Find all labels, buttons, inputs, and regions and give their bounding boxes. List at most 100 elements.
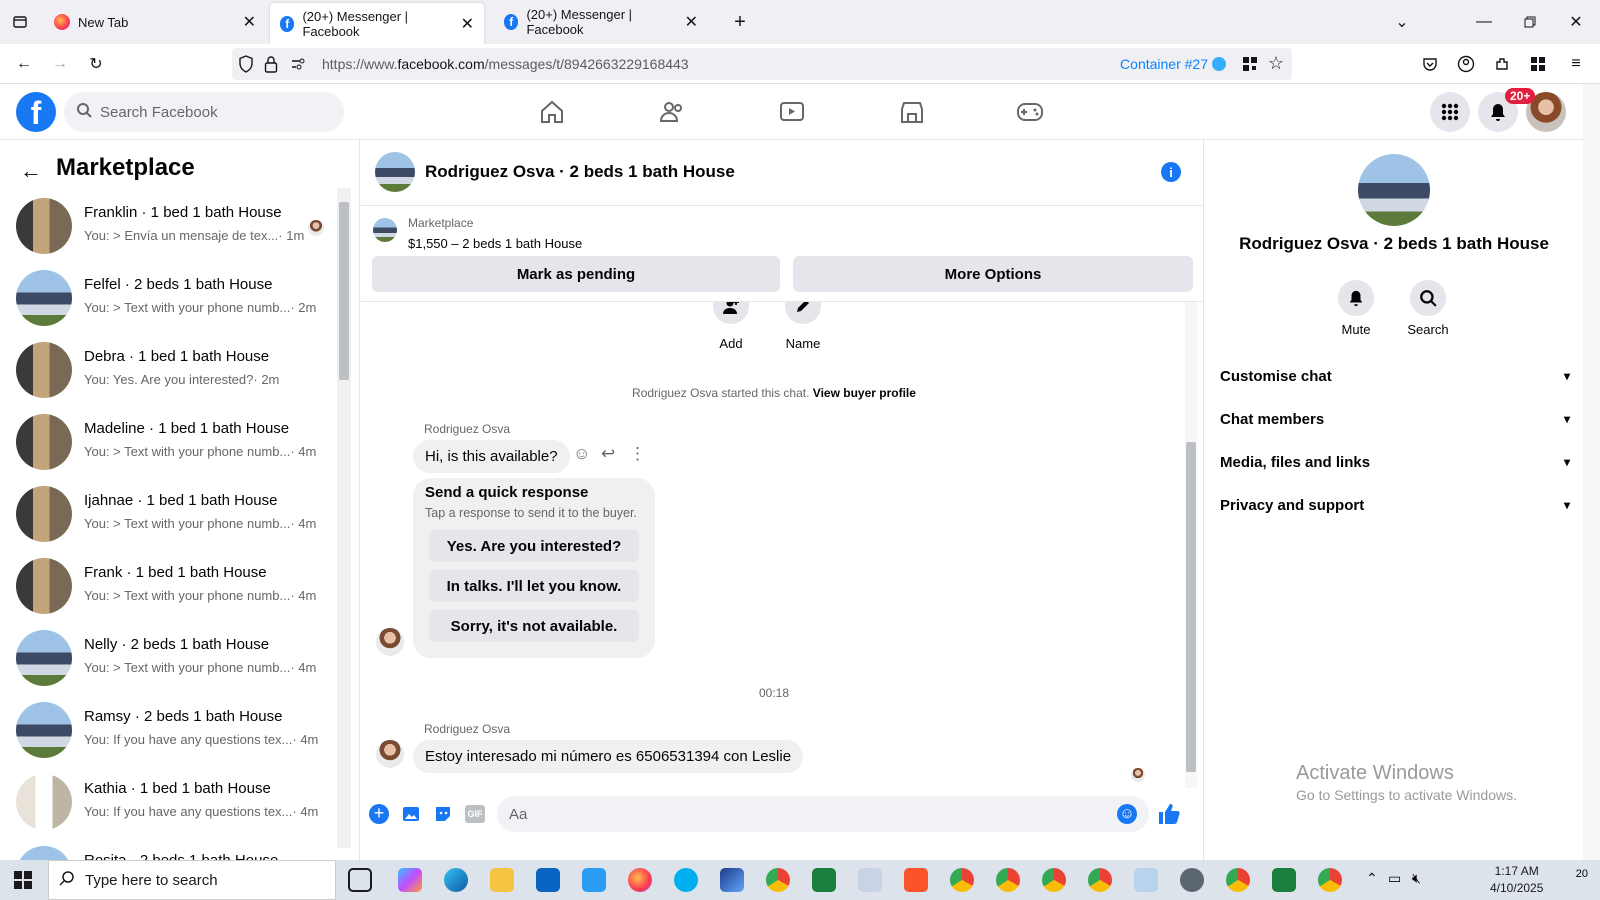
- pocket-icon[interactable]: [1418, 52, 1442, 76]
- notification-center-icon[interactable]: 20: [1560, 868, 1588, 892]
- windows-start-icon[interactable]: [14, 871, 32, 894]
- chrome-profile-icon[interactable]: [766, 868, 790, 892]
- friends-icon[interactable]: [656, 96, 688, 128]
- photo-icon[interactable]: [401, 804, 421, 829]
- close-tab-icon[interactable]: ✕: [243, 12, 256, 32]
- page-scrollbar[interactable]: [1583, 84, 1600, 860]
- restore-icon[interactable]: [1518, 10, 1542, 34]
- chrome-profile-icon[interactable]: [950, 868, 974, 892]
- sticker-icon[interactable]: [433, 804, 453, 829]
- tab-messenger-active[interactable]: f (20+) Messenger | Facebook ✕: [270, 3, 484, 44]
- customise-chat-section[interactable]: Customise chat ▾: [1220, 356, 1570, 396]
- lock-icon[interactable]: [264, 55, 278, 76]
- quick-response-unavailable-button[interactable]: Sorry, it's not available.: [429, 610, 639, 642]
- outlook-icon[interactable]: [536, 868, 560, 892]
- plus-icon[interactable]: +: [369, 804, 389, 824]
- conversation-item[interactable]: Felfel · 2 beds 1 bath House You: > Text …: [16, 262, 336, 334]
- facebook-search-input[interactable]: Search Facebook: [64, 92, 344, 132]
- tool-app-icon[interactable]: [858, 868, 882, 892]
- message-bubble[interactable]: Hi, is this available?: [413, 440, 570, 473]
- bookmark-star-icon[interactable]: ☆: [1268, 53, 1284, 74]
- message-input[interactable]: Aa: [497, 796, 1149, 832]
- conversation-item[interactable]: Kathia · 1 bed 1 bath House You: If you h…: [16, 766, 336, 838]
- scrollbar-thumb[interactable]: [1186, 442, 1196, 772]
- media-files-links-section[interactable]: Media, files and links ▾: [1220, 442, 1570, 482]
- volume-muted-icon[interactable]: 🔇︎: [1412, 870, 1421, 887]
- firefox-taskbar-icon[interactable]: [628, 868, 652, 892]
- copilot-icon[interactable]: [398, 868, 422, 892]
- add-label[interactable]: Add: [699, 336, 763, 351]
- network-icon[interactable]: ▭: [1388, 870, 1401, 887]
- facebook-logo[interactable]: f: [16, 92, 56, 132]
- marketplace-icon[interactable]: [896, 96, 928, 128]
- taskbar-search-input[interactable]: Type here to search: [48, 860, 336, 900]
- menu-icon[interactable]: ≡: [1564, 52, 1588, 76]
- conversation-item[interactable]: Madeline · 1 bed 1 bath House You: > Text…: [16, 406, 336, 478]
- green-app-icon[interactable]: [1272, 868, 1296, 892]
- forward-icon[interactable]: →: [48, 52, 72, 76]
- sender-avatar[interactable]: [376, 628, 404, 656]
- reply-icon[interactable]: ↩: [601, 444, 615, 464]
- quick-response-talks-button[interactable]: In talks. I'll let you know.: [429, 570, 639, 602]
- mute-button[interactable]: Mute: [1316, 280, 1396, 337]
- view-buyer-profile-link[interactable]: View buyer profile: [813, 386, 916, 400]
- extensions-icon[interactable]: [1490, 52, 1514, 76]
- chrome-profile-icon[interactable]: [1226, 868, 1250, 892]
- like-thumb-icon[interactable]: [1157, 802, 1181, 831]
- close-window-icon[interactable]: ✕: [1564, 10, 1588, 34]
- privacy-support-section[interactable]: Privacy and support ▾: [1220, 485, 1570, 525]
- tray-chevron-icon[interactable]: ⌃: [1366, 870, 1378, 887]
- sender-avatar[interactable]: [376, 740, 404, 768]
- permissions-icon[interactable]: [290, 56, 306, 75]
- back-icon[interactable]: ←: [12, 52, 36, 76]
- react-emoji-icon[interactable]: ☺: [573, 444, 590, 464]
- qr-icon[interactable]: [1242, 56, 1258, 75]
- minimize-icon[interactable]: —: [1472, 10, 1496, 34]
- more-actions-icon[interactable]: ⋮: [629, 444, 646, 464]
- chat-title[interactable]: Rodriguez Osva · 2 beds 1 bath House: [425, 162, 735, 182]
- container-label[interactable]: Container #27: [1120, 56, 1226, 72]
- search-in-chat-button[interactable]: Search: [1388, 280, 1468, 337]
- back-arrow-icon[interactable]: ←: [20, 158, 42, 184]
- chrome-profile-icon[interactable]: [996, 868, 1020, 892]
- emoji-icon[interactable]: ☺: [1117, 804, 1137, 824]
- weather-app-icon[interactable]: [1134, 868, 1158, 892]
- tab-list-icon[interactable]: [8, 10, 32, 34]
- conversation-item[interactable]: Ramsy · 2 beds 1 bath House You: If you h…: [16, 694, 336, 766]
- mark-as-pending-button[interactable]: Mark as pending: [372, 256, 780, 292]
- brave-icon[interactable]: [904, 868, 928, 892]
- browser-app-icon[interactable]: [720, 868, 744, 892]
- conversation-item[interactable]: Nelly · 2 beds 1 bath House You: > Text w…: [16, 622, 336, 694]
- edge-icon[interactable]: [444, 868, 468, 892]
- green-app-icon[interactable]: [812, 868, 836, 892]
- chat-members-section[interactable]: Chat members ▾: [1220, 399, 1570, 439]
- url-bar[interactable]: https://www.facebook.com/messages/t/8942…: [232, 48, 1292, 80]
- pencil-icon[interactable]: [785, 302, 821, 324]
- home-icon[interactable]: [536, 96, 568, 128]
- conversation-item[interactable]: Ijahnae · 1 bed 1 bath House You: > Text …: [16, 478, 336, 550]
- profile-title[interactable]: Rodriguez Osva · 2 beds 1 bath House: [1204, 234, 1584, 254]
- quick-response-yes-button[interactable]: Yes. Are you interested?: [429, 530, 639, 562]
- name-label[interactable]: Name: [771, 336, 835, 351]
- conversation-item[interactable]: Frank · 1 bed 1 bath House You: > Text wi…: [16, 550, 336, 622]
- new-tab-icon[interactable]: +: [728, 10, 752, 34]
- close-tab-icon[interactable]: ✕: [461, 14, 474, 34]
- conversation-item[interactable]: Rosita · 2 beds 1 bath House: [16, 838, 336, 860]
- video-icon[interactable]: [776, 96, 808, 128]
- tab-messenger[interactable]: f (20+) Messenger | Facebook ✕: [494, 0, 708, 44]
- message-bubble[interactable]: Estoy interesado mi número es 6506531394…: [413, 740, 804, 773]
- task-view-icon[interactable]: [348, 868, 372, 892]
- menu-grid-icon[interactable]: [1430, 92, 1470, 132]
- conversation-item[interactable]: Franklin · 1 bed 1 bath House You: > Enví…: [16, 190, 336, 262]
- gif-icon[interactable]: GIF: [465, 805, 485, 823]
- chrome-profile-icon[interactable]: [1318, 868, 1342, 892]
- account-icon[interactable]: [1454, 52, 1478, 76]
- chrome-profile-icon[interactable]: [1042, 868, 1066, 892]
- list-all-tabs-icon[interactable]: ⌄: [1390, 10, 1414, 34]
- gaming-icon[interactable]: [1014, 96, 1046, 128]
- close-tab-icon[interactable]: ✕: [685, 12, 698, 32]
- reload-icon[interactable]: ↻: [84, 52, 108, 76]
- add-person-icon[interactable]: [713, 302, 749, 324]
- tab-new-tab[interactable]: New Tab ✕: [44, 0, 266, 44]
- more-options-button[interactable]: More Options: [793, 256, 1193, 292]
